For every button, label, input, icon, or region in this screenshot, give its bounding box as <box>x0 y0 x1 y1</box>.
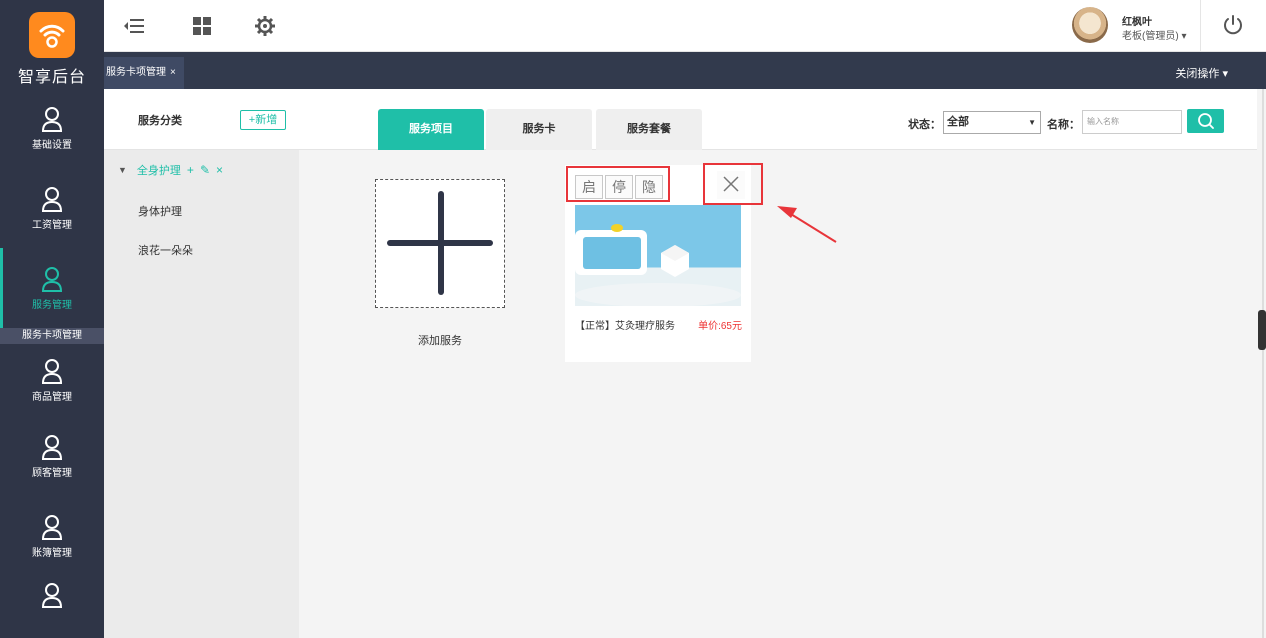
service-title: 【正常】艾灸理疗服务 <box>575 321 675 332</box>
chevron-down-icon: ▼ <box>1028 118 1036 127</box>
highlight-box-actions <box>566 166 670 202</box>
open-tab-service-card[interactable]: 服务卡项管理 × <box>104 57 184 89</box>
main-content: 服务项目 服务卡 服务套餐 状态： 全部 ▼ 名称： 输入名称 添加服务 启 停… <box>299 89 1257 638</box>
add-category-button[interactable]: +新增 <box>240 110 286 130</box>
user-icon <box>41 583 63 608</box>
user-icon <box>41 434 63 460</box>
category-header: 服务分类 +新增 <box>104 89 299 150</box>
caret-down-icon[interactable]: ▼ <box>118 165 127 175</box>
user-icon <box>41 106 63 132</box>
sidebar-item-salary[interactable]: 工资管理 <box>0 168 104 248</box>
category-child-item[interactable]: 身体护理 <box>138 203 182 219</box>
top-bar: 红枫叶 老板(管理员) ▾ <box>104 0 1266 52</box>
user-role-dropdown[interactable]: 老板(管理员) ▾ <box>1122 27 1186 42</box>
user-name: 红枫叶 <box>1122 17 1152 28</box>
status-select-value: 全部 <box>947 116 969 128</box>
sidebar-item-service[interactable]: 服务管理 <box>0 248 104 328</box>
open-tab-label: 服务卡项管理 <box>106 67 166 78</box>
sidebar-item-label: 顾客管理 <box>32 467 72 479</box>
search-button[interactable] <box>1187 109 1224 133</box>
sidebar-item-products[interactable]: 商品管理 <box>0 344 104 416</box>
sidebar-item-label: 账簿管理 <box>32 547 72 559</box>
sidebar-item-label: 服务管理 <box>32 299 72 311</box>
category-root-label[interactable]: 全身护理 <box>137 162 181 178</box>
category-title: 服务分类 <box>138 115 182 127</box>
sidebar-item-label: 基础设置 <box>32 139 72 151</box>
add-service-label: 添加服务 <box>418 335 462 347</box>
add-service-card[interactable] <box>375 179 505 308</box>
sidebar-item-label: 商品管理 <box>32 391 72 403</box>
wifi-logo-icon <box>29 12 75 58</box>
user-icon <box>41 358 63 384</box>
sidebar-subitem-service-card[interactable]: 服务卡项管理 <box>0 328 104 344</box>
add-subcategory-icon[interactable]: + <box>187 163 194 177</box>
status-select[interactable]: 全部 ▼ <box>943 111 1041 134</box>
user-icon <box>41 514 63 540</box>
tab-strip: 服务卡项管理 × 关闭操作 ▾ <box>104 52 1266 89</box>
sidebar-item-more[interactable] <box>0 576 104 626</box>
main-header: 服务项目 服务卡 服务套餐 状态： 全部 ▼ 名称： 输入名称 <box>299 89 1257 150</box>
service-image <box>575 205 741 306</box>
brand-logo[interactable]: 智享后台 <box>0 0 104 88</box>
category-child-item[interactable]: 浪花一朵朵 <box>138 242 193 258</box>
grid-icon[interactable] <box>190 14 214 38</box>
scrollbar-track[interactable] <box>1262 89 1264 638</box>
sidebar-item-accounts[interactable]: 账簿管理 <box>0 496 104 576</box>
plus-icon <box>387 191 493 295</box>
edit-icon[interactable]: ✎ <box>200 163 210 177</box>
scrollbar-handle[interactable] <box>1258 310 1266 350</box>
tab-service-cards[interactable]: 服务卡 <box>486 109 592 150</box>
tab-service-items[interactable]: 服务项目 <box>378 109 484 150</box>
close-operations-dropdown[interactable]: 关闭操作 ▾ <box>1175 65 1228 81</box>
brand-name: 智享后台 <box>17 69 86 86</box>
category-panel: 服务分类 +新增 ▼ 全身护理 + ✎ × 身体护理 浪花一朵朵 <box>104 89 299 638</box>
category-root-item[interactable]: ▼ 全身护理 + ✎ × <box>118 162 223 178</box>
sidebar-item-label: 工资管理 <box>32 219 72 231</box>
close-icon[interactable]: × <box>170 67 176 78</box>
sidebar-item-basic-settings[interactable]: 基础设置 <box>0 88 104 168</box>
gear-icon[interactable] <box>253 14 277 38</box>
power-icon[interactable] <box>1222 14 1244 36</box>
tab-service-packages[interactable]: 服务套餐 <box>596 109 702 150</box>
search-icon <box>1197 113 1214 129</box>
user-icon <box>41 186 63 212</box>
avatar[interactable] <box>1072 7 1108 43</box>
sidebar: 智享后台 基础设置 工资管理 服务管理 服务卡项管理 商品管理 顾客管理 账簿管… <box>0 0 104 638</box>
name-label: 名称： <box>1047 119 1080 131</box>
user-icon <box>41 266 63 292</box>
delete-icon[interactable]: × <box>216 163 223 177</box>
status-label: 状态： <box>908 119 941 131</box>
sidebar-item-customers[interactable]: 顾客管理 <box>0 416 104 496</box>
menu-collapse-icon[interactable] <box>122 14 146 38</box>
service-price: 单价:65元 <box>698 321 742 332</box>
divider <box>1200 0 1201 52</box>
name-search-input[interactable]: 输入名称 <box>1082 110 1182 134</box>
highlight-box-delete <box>703 163 763 205</box>
